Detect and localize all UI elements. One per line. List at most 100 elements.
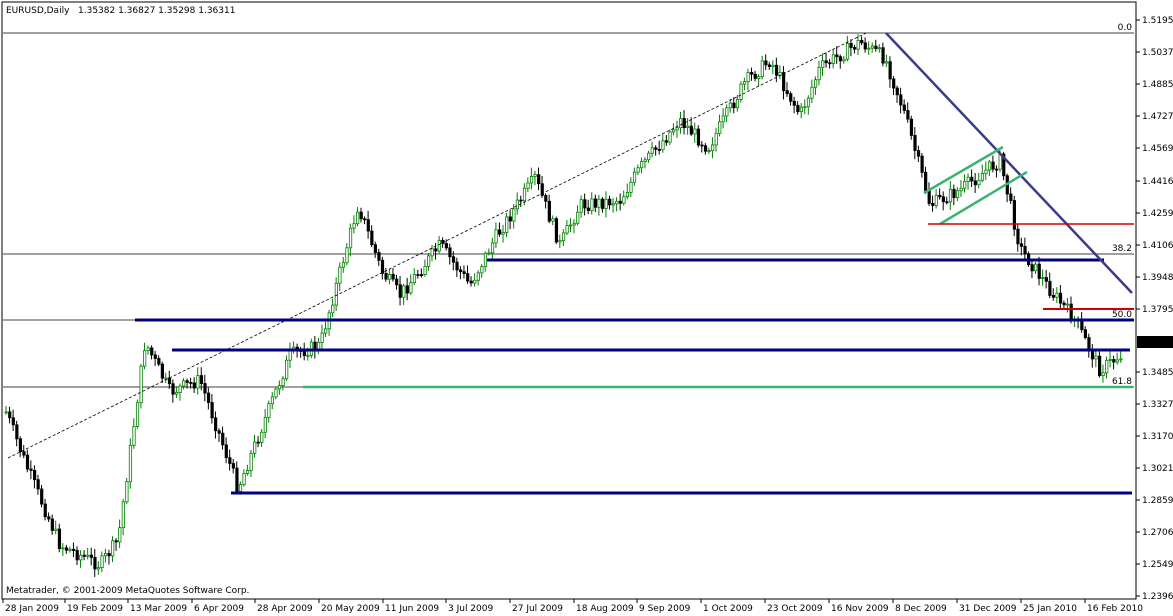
candle-body bbox=[398, 284, 402, 298]
candle-body bbox=[107, 553, 111, 557]
candle-body bbox=[128, 444, 133, 483]
candle-body bbox=[806, 97, 811, 108]
candle-body bbox=[370, 230, 374, 246]
candle-body bbox=[263, 416, 267, 433]
candle-body bbox=[916, 150, 921, 157]
candle-body bbox=[72, 548, 76, 551]
candle-body bbox=[1012, 200, 1017, 230]
candle-body bbox=[270, 396, 275, 405]
candle-body bbox=[924, 171, 928, 192]
candle-body bbox=[711, 144, 715, 151]
candle-body bbox=[945, 201, 949, 204]
candle-body bbox=[952, 188, 956, 199]
candle-body bbox=[1055, 292, 1059, 298]
candle-body bbox=[182, 380, 186, 387]
time-tick-label: 31 Dec 2009 bbox=[959, 604, 1017, 614]
time-tick-label: 9 Sep 2009 bbox=[639, 604, 691, 614]
time-tick-label: 3 Jul 2009 bbox=[448, 604, 493, 614]
candle-body bbox=[647, 152, 651, 161]
candle-body bbox=[164, 377, 168, 380]
candle-body bbox=[8, 411, 12, 419]
candle-body bbox=[75, 550, 79, 561]
price-axis: 1.51950 1.50375 1.48855 1.47270 1.45695 1.441… bbox=[1136, 16, 1173, 602]
candle-body bbox=[178, 385, 182, 393]
candle-body bbox=[93, 556, 97, 570]
candle-body bbox=[899, 94, 903, 106]
chart-window[interactable]: 0.038.250.061.8 1.519501.503751.488551.4… bbox=[0, 0, 1173, 616]
candle-body bbox=[526, 182, 530, 189]
candle-body bbox=[892, 78, 896, 89]
candle-body bbox=[1048, 280, 1052, 296]
candle-body bbox=[956, 190, 960, 199]
candle-body bbox=[764, 60, 768, 66]
time-tick-label: 23 Oct 2009 bbox=[767, 604, 823, 614]
price-chart[interactable]: 0.038.250.061.8 1.519501.503751.488551.4… bbox=[0, 0, 1173, 616]
candle-body bbox=[473, 279, 477, 284]
price-tick-label: 1.48855 bbox=[1142, 80, 1173, 90]
time-tick-label: 8 Dec 2009 bbox=[895, 604, 947, 614]
candle-body bbox=[352, 223, 356, 229]
plot-frame bbox=[1, 1, 1137, 600]
candle-body bbox=[487, 252, 491, 255]
candle-body bbox=[192, 382, 196, 389]
candle-body bbox=[980, 173, 985, 181]
candle-body bbox=[913, 135, 917, 151]
candle-body bbox=[835, 54, 839, 58]
candle-body bbox=[256, 441, 260, 444]
candle-body bbox=[611, 203, 615, 206]
candle-body bbox=[196, 375, 200, 389]
candle-body bbox=[576, 211, 580, 224]
candle-body bbox=[160, 363, 164, 379]
price-tick-label: 1.42590 bbox=[1142, 209, 1173, 219]
candle-body bbox=[427, 255, 431, 267]
candle-body bbox=[338, 266, 342, 284]
candle-body bbox=[437, 239, 441, 252]
candle-body bbox=[597, 198, 601, 208]
candle-body bbox=[267, 403, 271, 418]
candle-body bbox=[615, 200, 619, 205]
candle-body bbox=[391, 274, 395, 280]
ohlc-readout: 1.35382 1.36827 1.35298 1.36311 bbox=[78, 6, 235, 16]
time-tick-label: 19 Feb 2009 bbox=[67, 604, 123, 614]
candle-body bbox=[618, 200, 622, 204]
candle-body bbox=[409, 282, 413, 294]
candle-body bbox=[877, 47, 882, 50]
candle-body bbox=[881, 47, 885, 64]
candle-body bbox=[444, 243, 449, 249]
candle-body bbox=[1087, 337, 1091, 351]
candle-body bbox=[902, 104, 906, 111]
candle-body bbox=[1108, 359, 1112, 361]
candle-body bbox=[519, 199, 523, 202]
candle-body bbox=[821, 60, 825, 68]
candle-body bbox=[167, 377, 172, 385]
candle-body bbox=[501, 232, 505, 235]
candle-body bbox=[920, 155, 924, 173]
time-axis: 28 Jan 2009 19 Feb 2009 13 Mar 2009 6 Apr 2… bbox=[2, 599, 1143, 614]
candle-body bbox=[554, 218, 559, 243]
candle-body bbox=[753, 73, 757, 79]
candle-body bbox=[760, 60, 764, 78]
candle-body bbox=[96, 567, 101, 570]
candle-body bbox=[845, 43, 850, 60]
time-tick-label: 1 Oct 2009 bbox=[703, 604, 753, 614]
candle-body bbox=[100, 555, 104, 569]
candle-body bbox=[199, 375, 204, 384]
candle-body bbox=[1083, 329, 1087, 338]
candle-body bbox=[583, 199, 587, 209]
candle-body bbox=[995, 168, 999, 171]
candle-body bbox=[334, 282, 338, 306]
candle-body bbox=[285, 359, 289, 380]
candle-body bbox=[203, 383, 207, 394]
time-tick-label: 16 Nov 2009 bbox=[831, 604, 889, 614]
candle-body bbox=[416, 274, 420, 276]
candle-body bbox=[57, 528, 62, 550]
candle-body bbox=[1044, 277, 1048, 282]
candle-body bbox=[505, 216, 509, 233]
price-tick-label: 1.50375 bbox=[1142, 48, 1173, 58]
candle-body bbox=[1115, 359, 1119, 363]
candle-body bbox=[36, 479, 40, 490]
candle-body bbox=[277, 385, 282, 390]
candle-body bbox=[533, 174, 537, 177]
price-tick-label: 1.23960 bbox=[1142, 592, 1173, 602]
price-tick-label: 1.31700 bbox=[1142, 432, 1173, 442]
